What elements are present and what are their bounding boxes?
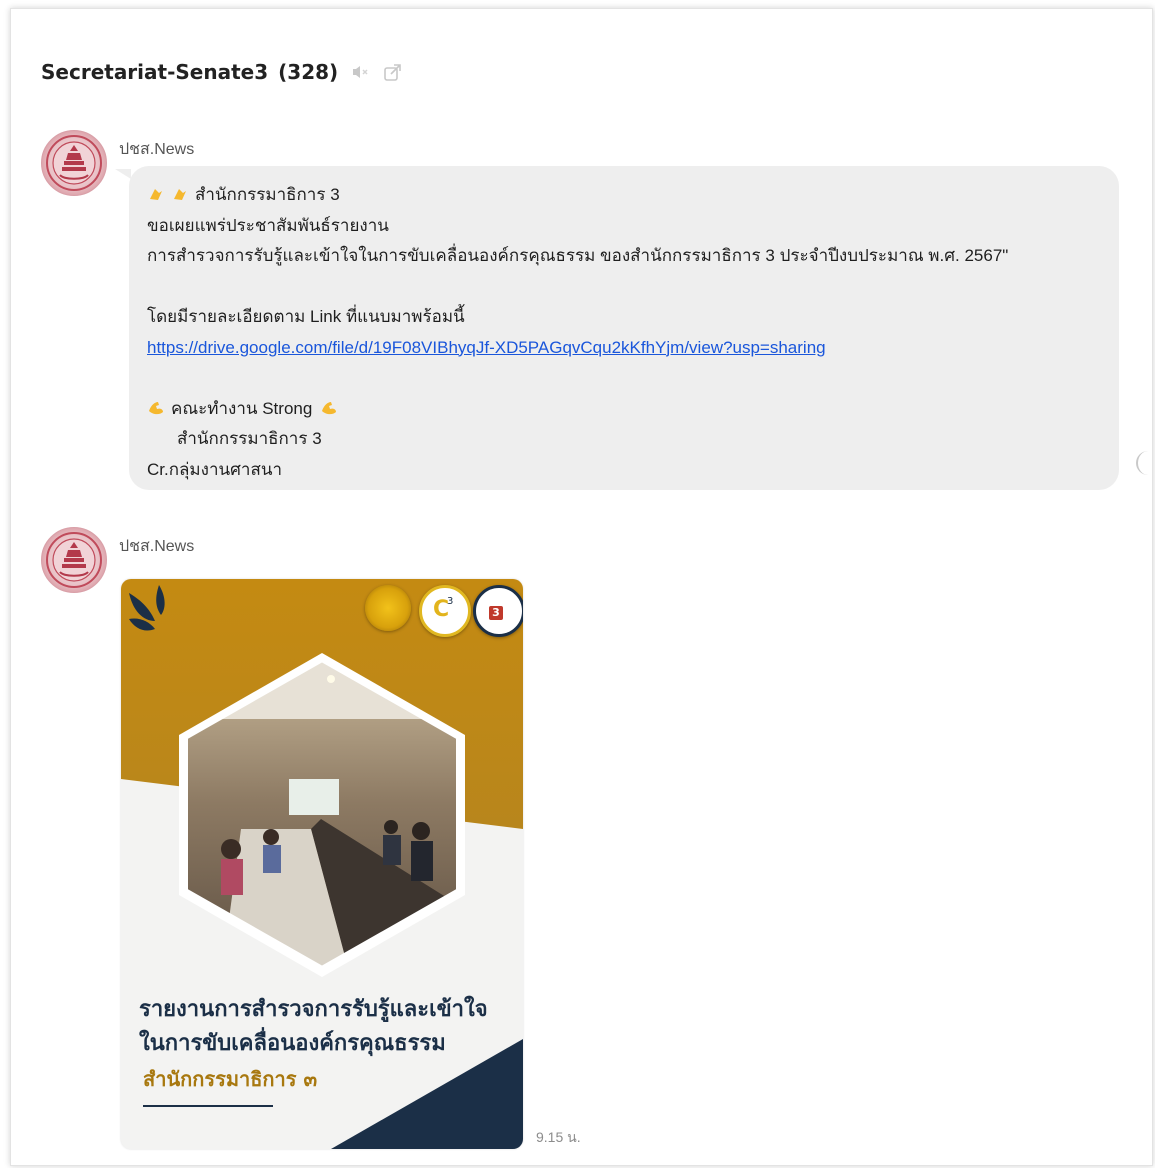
message-line: สำนักกรรมาธิการ 3 <box>177 429 322 448</box>
chat-window: Secretariat-Senate3 (328) ปชส.News สำนัก… <box>10 8 1153 1166</box>
poster-title-line1: รายงานการสำรวจการรับรู้และเข้าใจ <box>139 997 488 1022</box>
message-link-line: https://drive.google.com/file/d/19F08VIB… <box>147 333 1008 364</box>
drive-link[interactable]: https://drive.google.com/file/d/19F08VIB… <box>147 338 826 357</box>
bubble-tail <box>115 169 131 179</box>
speaker-muted-icon[interactable] <box>350 62 370 82</box>
senate-emblem-icon <box>46 135 102 191</box>
chat-title: Secretariat-Senate3 <box>41 60 269 84</box>
clapping-icon <box>147 183 167 201</box>
message-text: สำนักกรรมาธิการ 3 ขอเผยแพร่ประชาสัมพันธ์… <box>147 180 1008 485</box>
clapping-icon <box>171 183 191 201</box>
member-count: (328) <box>278 60 339 84</box>
committee-3-logo-icon: 3 <box>473 585 523 637</box>
message-line: สำนักกรรมาธิการ 3 <box>147 180 1008 211</box>
sender-avatar[interactable] <box>41 130 107 196</box>
message-line: โดยมีรายละเอียดตาม Link ที่แนบมาพร้อมนี้ <box>147 307 465 326</box>
message-line: ขอเผยแพร่ประชาสัมพันธ์รายงาน <box>147 215 389 235</box>
poster-divider <box>143 1105 273 1107</box>
senate-emblem-icon <box>46 532 102 588</box>
strong-logo-icon <box>365 585 411 631</box>
flexed-biceps-icon <box>147 397 167 415</box>
moral-org-logo-icon: C3 <box>419 585 471 637</box>
message-timestamp: 9.15 น. <box>536 1129 581 1145</box>
image-attachment[interactable]: C3 3 รายงานการสำรวจการรับรู้และเข้าใจ ใน… <box>121 579 523 1149</box>
message-line-text: คณะทำงาน Strong <box>171 398 313 418</box>
sender-name: ปชส.News <box>119 538 195 555</box>
sender-name: ปชส.News <box>119 141 195 158</box>
message-line: Cr.กลุ่มงานศาสนา <box>147 459 282 479</box>
message-line: การสำรวจการรับรู้และเข้าใจในการขับเคลื่อ… <box>147 246 1009 265</box>
message-bubble[interactable]: สำนักกรรมาธิการ 3 ขอเผยแพร่ประชาสัมพันธ์… <box>129 166 1119 490</box>
chat-header: Secretariat-Senate3 (328) <box>41 57 402 87</box>
poster-subtitle: สำนักกรรมาธิการ ๓ <box>143 1067 318 1091</box>
svg-text:3: 3 <box>447 596 453 607</box>
reaction-hint[interactable] <box>1136 451 1148 475</box>
sender-avatar[interactable] <box>41 527 107 593</box>
flexed-biceps-icon <box>320 397 340 415</box>
message-line-text: สำนักกรรมาธิการ 3 <box>195 185 340 204</box>
badge-number: 3 <box>489 606 503 620</box>
popout-icon[interactable] <box>382 62 402 82</box>
poster-title-line2: ในการขับเคลื่อนองค์กรคุณธรรม <box>139 1031 446 1056</box>
message-line: คณะทำงาน Strong <box>147 394 1008 425</box>
